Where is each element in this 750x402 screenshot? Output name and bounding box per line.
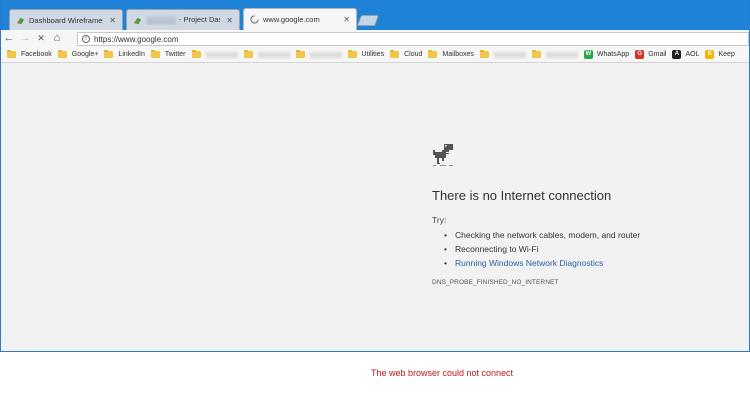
bookmark-folder-redacted[interactable] <box>295 49 342 58</box>
browser-window: Dashboard Wireframes ✕ - Project Dashb ✕… <box>0 0 750 352</box>
bookmark-label: WhatsApp <box>596 51 630 58</box>
folder-icon <box>428 49 438 58</box>
folder-icon <box>7 49 16 58</box>
page-content: There is no Internet connection Try: Che… <box>1 63 749 351</box>
tab-project-dashboard[interactable]: - Project Dashb ✕ <box>126 9 240 30</box>
green-brush-icon <box>16 17 25 24</box>
folder-icon <box>150 49 160 58</box>
bookmark-folder[interactable]: Google+ <box>57 49 99 58</box>
bookmarks-bar: Facebook Google+ LinkedIn Twitter Utilities C… <box>1 47 749 63</box>
suggestion-list: Checking the network cables, modem, and … <box>444 228 732 270</box>
forward-button[interactable]: → <box>17 30 33 47</box>
stop-button[interactable]: ✕ <box>33 30 49 47</box>
tab-title: Dashboard Wireframes <box>29 15 104 25</box>
bookmark-whatsapp[interactable]: W WhatsApp <box>583 50 630 59</box>
bookmark-folder[interactable]: Cloud <box>390 49 423 58</box>
bookmark-label: Keep <box>718 51 735 58</box>
tab-title: www.google.com <box>263 15 320 24</box>
loading-spinner-icon <box>250 15 259 24</box>
green-brush-icon <box>133 17 142 24</box>
whatsapp-icon: W <box>583 50 593 59</box>
folder-icon <box>191 49 201 58</box>
close-icon[interactable]: ✕ <box>226 16 233 25</box>
bookmark-aol[interactable]: A AOL <box>672 50 699 59</box>
suggestion-item: Checking the network cables, modem, and … <box>444 228 732 242</box>
bookmark-folder[interactable]: Facebook <box>7 49 52 58</box>
tab-google[interactable]: www.google.com ✕ <box>243 8 357 30</box>
bookmark-label: Utilities <box>361 51 385 58</box>
info-icon[interactable]: i <box>82 35 90 43</box>
home-button[interactable]: ⌂ <box>49 30 65 47</box>
folder-icon <box>347 49 357 58</box>
toolbar: ← → ✕ ⌂ i https://www.google.com <box>1 30 749 47</box>
folder-icon <box>295 49 305 58</box>
address-bar[interactable]: i https://www.google.com <box>77 32 749 46</box>
redacted-text <box>545 51 578 58</box>
try-label: Try: <box>432 215 447 225</box>
bookmark-label: Google+ <box>71 51 99 58</box>
back-button[interactable]: ← <box>1 30 17 47</box>
folder-icon <box>390 49 400 58</box>
bookmark-label: Mailboxes <box>442 51 474 58</box>
bookmark-folder-redacted[interactable] <box>243 49 290 58</box>
bookmark-folder-redacted[interactable] <box>191 49 238 58</box>
folder-icon <box>531 49 541 58</box>
redacted-text <box>146 16 176 25</box>
url-text[interactable]: https://www.google.com <box>94 35 178 44</box>
bookmark-folder-redacted[interactable] <box>479 49 526 58</box>
gmail-icon: G <box>635 50 645 59</box>
bookmark-label: Cloud <box>404 51 423 58</box>
bookmark-keep[interactable]: K Keep <box>705 50 735 59</box>
redacted-text <box>309 51 342 58</box>
folder-icon <box>104 49 114 58</box>
bookmark-gmail[interactable]: G Gmail <box>635 50 666 59</box>
network-diagnostics-link[interactable]: Running Windows Network Diagnostics <box>444 256 732 270</box>
error-heading: There is no Internet connection <box>432 188 612 203</box>
tab-title: - Project Dashb <box>146 15 220 25</box>
bookmark-folder[interactable]: LinkedIn <box>104 49 145 58</box>
bookmark-label: LinkedIn <box>118 51 145 58</box>
redacted-text <box>257 51 290 58</box>
tab-strip: Dashboard Wireframes ✕ - Project Dashb ✕… <box>1 0 749 30</box>
bookmark-label: Facebook <box>21 51 52 58</box>
suggestion-item: Reconnecting to Wi-Fi <box>444 242 732 256</box>
folder-icon <box>479 49 489 58</box>
redacted-text <box>205 51 238 58</box>
bookmark-folder[interactable]: Twitter <box>150 49 186 58</box>
dinosaur-icon <box>433 144 453 166</box>
error-panel: There is no Internet connection Try: Che… <box>432 142 732 286</box>
bookmark-folder[interactable]: Utilities <box>347 49 385 58</box>
keep-icon: K <box>705 50 715 59</box>
bookmark-folder-redacted[interactable] <box>531 49 578 58</box>
bookmark-label: Gmail <box>648 51 667 58</box>
bookmark-label: Twitter <box>164 51 186 58</box>
bookmark-label: AOL <box>685 51 700 58</box>
new-tab-button[interactable] <box>356 15 380 26</box>
redacted-text <box>493 51 526 58</box>
tab-dashboard-wireframes[interactable]: Dashboard Wireframes ✕ <box>9 9 123 30</box>
error-code: DNS_PROBE_FINISHED_NO_INTERNET <box>432 279 559 286</box>
close-icon[interactable]: ✕ <box>109 16 116 25</box>
close-icon[interactable]: ✕ <box>343 15 350 24</box>
bookmark-folder[interactable]: Mailboxes <box>428 49 474 58</box>
folder-icon <box>57 49 67 58</box>
aol-icon: A <box>672 50 682 59</box>
folder-icon <box>243 49 253 58</box>
caption-text: The web browser could not connect <box>370 368 514 378</box>
